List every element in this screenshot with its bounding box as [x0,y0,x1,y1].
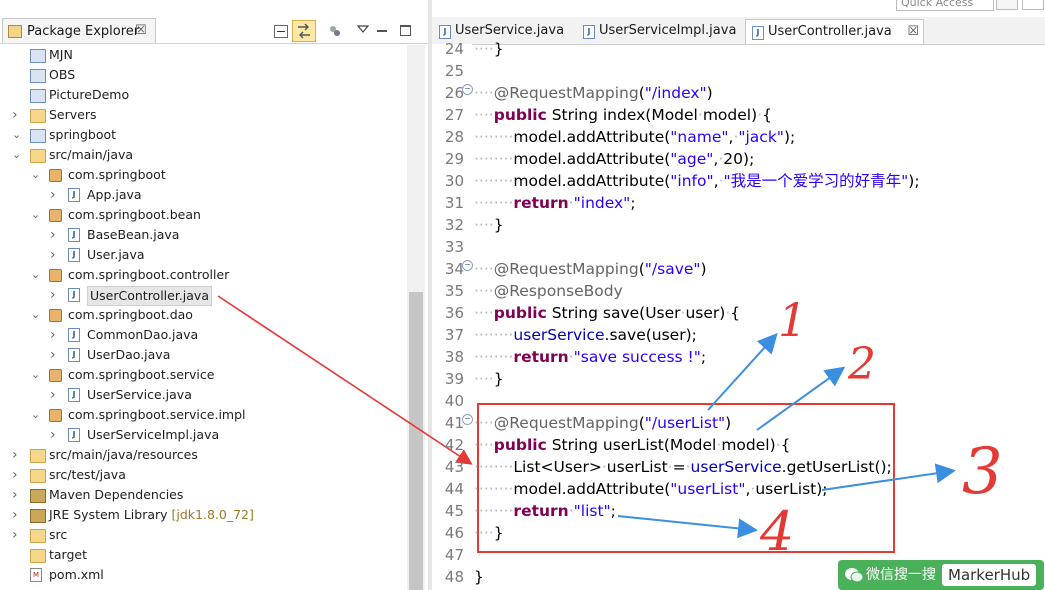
line-number: 46 [444,524,464,542]
annotation-number-3: 3 [962,435,1003,509]
line-number: 42 [444,436,464,454]
code-line: ····@RequestMapping("/save") [474,260,707,278]
code-line: ····public String userList(Model·model)·… [474,436,791,454]
code-line: } [474,568,484,586]
line-number: 28 [444,128,464,146]
line-number: 43 [444,458,464,476]
code-line: ····public String save(User·user)·{ [474,304,741,322]
line-number: 34 [444,260,464,278]
line-number: 48 [444,568,464,586]
watermark-search-text: 微信搜一搜 [866,567,936,583]
code-line: ····@RequestMapping("/index") [474,84,713,102]
annotation-number-4: 4 [760,500,795,563]
annotation-number-1: 1 [778,293,808,347]
wechat-icon [845,568,864,583]
fold-toggle-icon[interactable]: − [462,260,473,271]
code-line: ········return·"save success !"; [474,348,707,366]
code-line: ····public String index(Model·model)·{ [474,106,772,124]
line-number: 32 [444,216,464,234]
line-number: 26 [444,84,464,102]
code-line: ········userService.save(user); [474,326,697,344]
line-number: 29 [444,150,464,168]
line-number: 33 [444,238,464,256]
code-line: ········model.addAttribute("name",·"jack… [474,128,796,146]
code-line: ········List<User>·userList·=·userServic… [474,458,892,476]
arrow-1 [707,333,778,411]
code-line: ····} [474,216,504,234]
line-number: 38 [444,348,464,366]
code-line: ····@ResponseBody [474,282,623,300]
line-number: 37 [444,326,464,344]
code-line: ····@RequestMapping("/userList") [474,414,732,432]
code-line: ········return·"list"; [474,502,616,520]
line-number: 25 [444,62,464,80]
code-line: ····} [474,524,504,542]
code-line: ········model.addAttribute("userList",·u… [474,480,828,498]
code-line: ····} [474,370,504,388]
line-number: 36 [444,304,464,322]
code-line: ········model.addAttribute("age",·20); [474,150,755,168]
watermark-brand: MarkerHub [942,564,1037,586]
line-number: 39 [444,370,464,388]
code-line: ········return·"index"; [474,194,636,212]
line-number: 40 [444,392,464,410]
line-number: 24 [444,40,464,58]
line-number: 44 [444,480,464,498]
line-number: 35 [444,282,464,300]
line-number: 30 [444,172,464,190]
watermark: 微信搜一搜 MarkerHub [838,560,1044,590]
line-number: 41 [444,414,464,432]
annotation-number-2: 2 [848,339,876,390]
code-line: ····} [474,40,504,58]
line-number: 31 [444,194,464,212]
fold-toggle-icon[interactable]: − [462,414,473,425]
line-number: 47 [444,546,464,564]
arrow-2 [756,366,846,431]
line-number: 27 [444,106,464,124]
fold-toggle-icon[interactable]: − [462,84,473,95]
line-number: 45 [444,502,464,520]
arrow-4 [617,515,758,539]
code-line: ········model.addAttribute("info",·"我是一个… [474,172,920,190]
